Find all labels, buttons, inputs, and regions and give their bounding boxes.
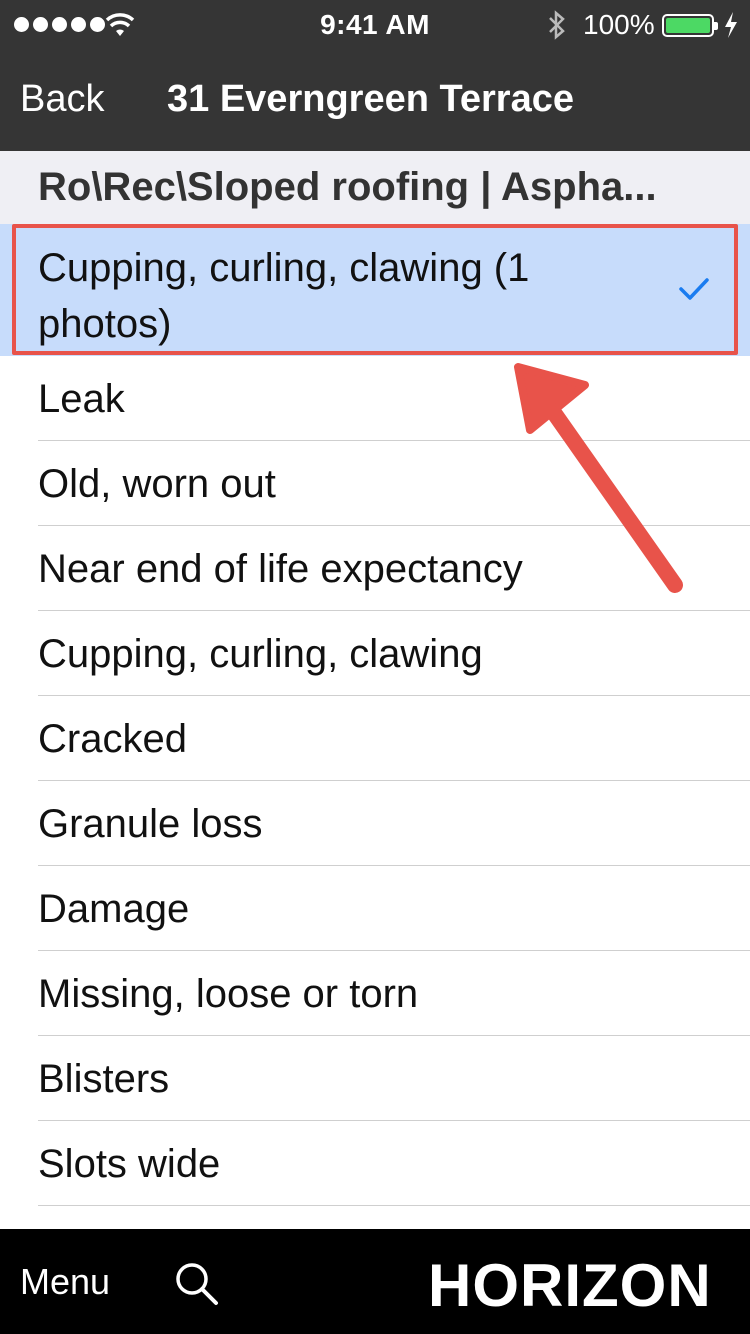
list-item-label: Missing, loose or torn xyxy=(38,972,419,1016)
list-item-label: Damage xyxy=(38,887,190,931)
list-item[interactable]: Blisters xyxy=(38,1036,750,1121)
list-item[interactable]: Slots wide xyxy=(38,1121,750,1206)
list-item[interactable]: Damage xyxy=(38,866,750,951)
charging-bolt-icon xyxy=(725,12,737,38)
list-item-label: Blisters xyxy=(38,1057,170,1101)
list-item-label: Cracked xyxy=(38,717,187,761)
list-item-label: Old, worn out xyxy=(38,462,276,506)
list-item[interactable]: Cracked xyxy=(38,696,750,781)
checkmark-icon xyxy=(679,278,709,300)
back-button[interactable]: Back xyxy=(20,78,104,121)
status-bar: 9:41 AM 100% xyxy=(0,0,750,50)
menu-button[interactable]: Menu xyxy=(20,1261,110,1303)
screen: 9:41 AM 100% Back 31 Everngreen Terrace … xyxy=(0,0,750,1334)
list-item-label: Cupping, curling, clawing (1 photos) xyxy=(38,246,530,346)
list-item-label: Near end of life expectancy xyxy=(38,547,523,591)
bluetooth-icon xyxy=(549,10,565,40)
list-item-selected[interactable]: Cupping, curling, clawing (1 photos) xyxy=(0,224,750,356)
list-item[interactable]: Missing, loose or torn xyxy=(38,951,750,1036)
list-item[interactable]: Cupping, curling, clawing xyxy=(38,611,750,696)
search-icon[interactable] xyxy=(172,1259,220,1307)
horizon-logo: HORIZON xyxy=(428,1252,712,1319)
list-item-label: Cupping, curling, clawing xyxy=(38,632,483,676)
list-item-label: Granule loss xyxy=(38,802,263,846)
list-item-label: Slots wide xyxy=(38,1142,221,1186)
list-item[interactable]: Granule loss xyxy=(38,781,750,866)
section-title: Ro\Rec\Sloped roofing | Aspha... xyxy=(38,165,657,209)
bottom-toolbar: Menu HORIZON xyxy=(0,1229,750,1334)
navigation-bar: Back 31 Everngreen Terrace xyxy=(0,50,750,151)
annotation-arrow-icon xyxy=(514,363,683,593)
list-item-label: Leak xyxy=(38,377,125,421)
section-header: Ro\Rec\Sloped roofing | Aspha... xyxy=(0,151,750,224)
battery-icon xyxy=(662,14,718,37)
page-title: 31 Everngreen Terrace xyxy=(167,78,574,120)
battery-percent: 100% xyxy=(583,9,655,40)
